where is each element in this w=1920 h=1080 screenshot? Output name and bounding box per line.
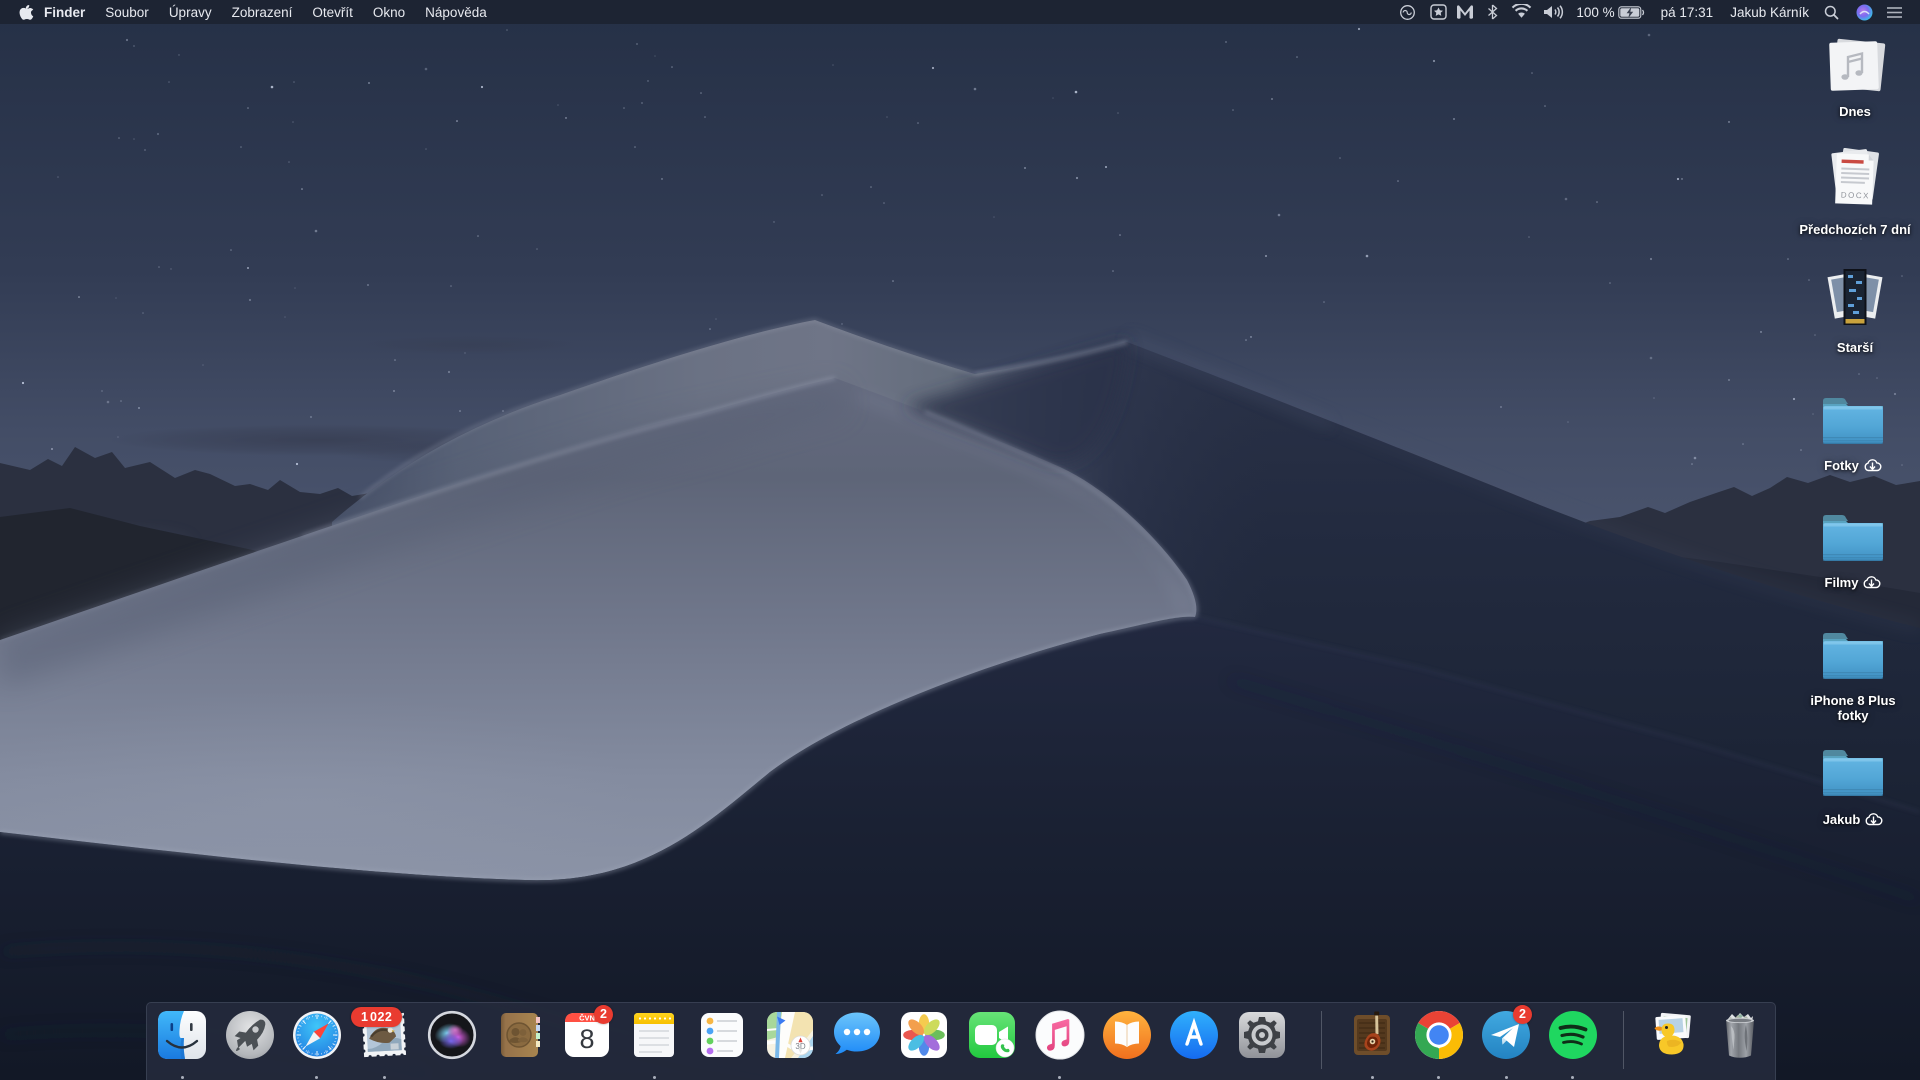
svg-text:ČVN: ČVN — [579, 1014, 595, 1023]
svg-text:8: 8 — [579, 1024, 594, 1054]
svg-text:DOCX: DOCX — [1841, 191, 1870, 201]
